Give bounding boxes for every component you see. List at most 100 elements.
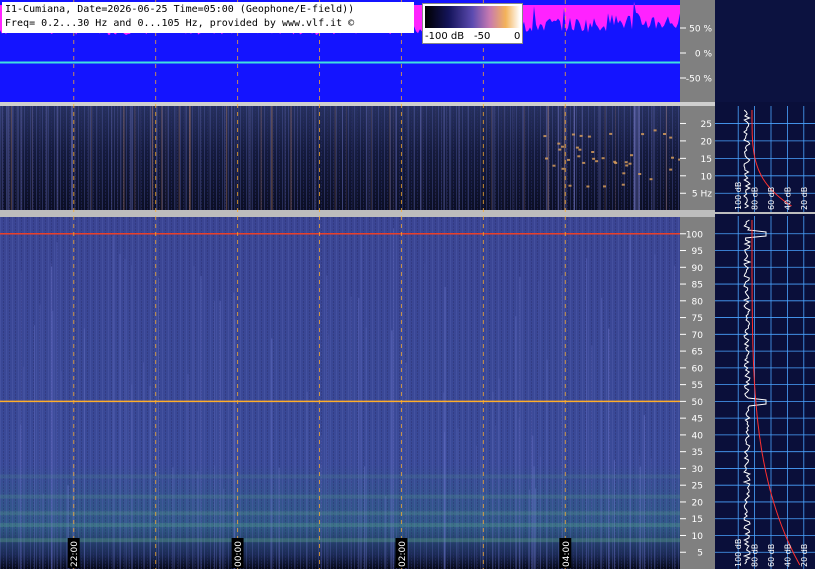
ulf-hotspot bbox=[561, 145, 564, 148]
elf-tick-label: 100 bbox=[686, 230, 703, 240]
ulf-streak bbox=[106, 106, 107, 210]
ulf-streak bbox=[634, 106, 636, 210]
ulf-tick-label: 20 bbox=[701, 137, 713, 147]
ulf-streak bbox=[184, 106, 187, 210]
ulf-hotspot bbox=[568, 184, 572, 187]
ulf-tick-label: 10 bbox=[701, 172, 713, 182]
ulf-streak bbox=[123, 106, 125, 210]
elf-tick-label: 55 bbox=[692, 381, 703, 391]
ulf-divider bbox=[0, 102, 715, 106]
ulf-hotspot bbox=[663, 133, 666, 135]
ulf-hotspot bbox=[575, 146, 579, 149]
schumann-band bbox=[0, 511, 680, 516]
side-db-label: 20 dB bbox=[800, 544, 809, 567]
ulf-streak bbox=[638, 106, 640, 210]
ulf-streak bbox=[156, 106, 158, 210]
ulf-hotspot bbox=[543, 135, 547, 138]
ulf-hotspot bbox=[558, 148, 562, 151]
elf-tick-label: 35 bbox=[692, 448, 703, 458]
side-panel-top-block bbox=[715, 0, 815, 102]
elf-tick-label: 5 bbox=[697, 549, 703, 559]
ulf-streak bbox=[481, 106, 483, 210]
amplitude-tick-label: -50 % bbox=[686, 75, 713, 85]
ulf-streak bbox=[120, 106, 122, 210]
elf-streak bbox=[586, 258, 588, 569]
ulf-hotspot bbox=[592, 157, 596, 160]
ulf-hotspot bbox=[578, 148, 582, 151]
ulf-streak bbox=[161, 106, 163, 210]
ulf-tick-label: 5 Hz bbox=[692, 190, 712, 200]
elf-streak bbox=[442, 392, 445, 569]
ulf-streak bbox=[134, 106, 136, 210]
ulf-streak bbox=[467, 106, 469, 210]
elf-streak bbox=[50, 262, 52, 569]
ulf-streak bbox=[290, 106, 292, 210]
ulf-streak bbox=[653, 106, 654, 210]
ulf-streak bbox=[334, 106, 337, 210]
elf-streak bbox=[223, 488, 225, 569]
ulf-divider-bottom bbox=[0, 210, 715, 217]
ulf-streak bbox=[39, 106, 41, 210]
ulf-streak bbox=[96, 106, 98, 210]
elf-streak bbox=[357, 298, 360, 569]
ulf-streak bbox=[342, 106, 343, 210]
chart-header: I1-Cumiana, Date=2026-06-25 Time=05:00 (… bbox=[2, 2, 414, 33]
elf-streak bbox=[643, 415, 646, 569]
elf-spectrogram-texture bbox=[0, 217, 680, 569]
elf-streak bbox=[518, 418, 520, 569]
ulf-streak bbox=[449, 106, 450, 210]
ulf-streak bbox=[441, 106, 442, 210]
side-db-label: 60 dB bbox=[767, 544, 776, 567]
elf-tick-label: 70 bbox=[692, 331, 704, 341]
elf-streak bbox=[128, 359, 130, 569]
elf-tick-label: 65 bbox=[692, 348, 703, 358]
elf-streak bbox=[278, 467, 280, 569]
header-line-1: I1-Cumiana, Date=2026-06-25 Time=05:00 (… bbox=[5, 4, 355, 15]
ulf-streak bbox=[365, 106, 368, 210]
ulf-streak bbox=[346, 106, 347, 210]
schumann-band bbox=[0, 494, 680, 499]
ulf-streak bbox=[523, 106, 524, 210]
elf-tick-label: 20 bbox=[692, 498, 704, 508]
ulf-hotspot bbox=[591, 151, 595, 153]
elf-streak bbox=[51, 310, 54, 569]
ulf-streak bbox=[149, 106, 151, 210]
ulf-streak bbox=[505, 106, 506, 210]
ulf-streak bbox=[32, 106, 33, 210]
elf-streak bbox=[385, 496, 387, 569]
ulf-streak bbox=[45, 106, 48, 210]
ulf-hotspot bbox=[603, 185, 606, 188]
ulf-hotspot bbox=[669, 168, 673, 171]
ulf-streak bbox=[89, 106, 91, 210]
elf-streak bbox=[475, 445, 477, 569]
ulf-streak bbox=[249, 106, 252, 210]
ulf-spectrogram-texture bbox=[0, 106, 680, 210]
ulf-spectrogram-panel: 25 20 15 10 5 Hz bbox=[0, 102, 715, 217]
ulf-streak bbox=[130, 106, 132, 210]
elf-streak bbox=[654, 254, 656, 569]
elf-streak bbox=[233, 292, 235, 569]
ulf-streak bbox=[507, 106, 508, 210]
schumann-band bbox=[0, 474, 680, 479]
ulf-hotspot bbox=[586, 185, 590, 188]
ulf-streak bbox=[512, 106, 514, 210]
ulf-hotspot bbox=[579, 134, 583, 137]
ulf-streak bbox=[655, 106, 657, 210]
ulf-hotspot bbox=[595, 160, 599, 163]
ulf-streak bbox=[56, 106, 59, 210]
side-db-label: 80 dB bbox=[751, 187, 760, 210]
ulf-streak bbox=[408, 106, 410, 210]
colorbar-label-mid: -50 bbox=[474, 31, 491, 42]
vlf-monitor-chart: 50 %0 %-50 % 252015105 Hz 10095908580757… bbox=[0, 0, 815, 569]
ulf-streak bbox=[352, 106, 354, 210]
ulf-streak bbox=[368, 106, 370, 210]
ulf-streak bbox=[139, 106, 142, 210]
elf-streak bbox=[515, 316, 517, 569]
ulf-hotspot bbox=[638, 173, 642, 175]
ulf-streak bbox=[355, 106, 357, 210]
ulf-streak bbox=[167, 106, 169, 210]
header-line-2: Freq= 0.2...30 Hz and 0...105 Hz, provid… bbox=[5, 18, 355, 29]
ulf-streak bbox=[451, 106, 453, 210]
schumann-band bbox=[0, 523, 680, 528]
elf-streak bbox=[591, 345, 593, 569]
